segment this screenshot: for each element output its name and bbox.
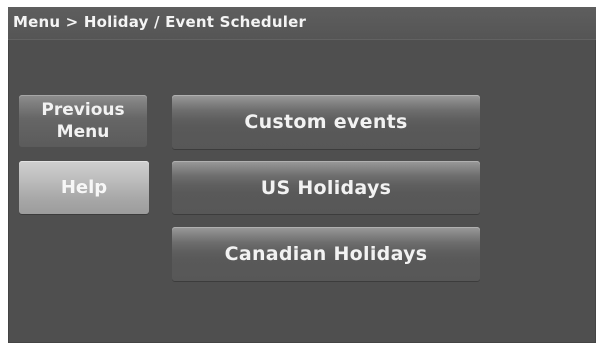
thermostat-screen: Menu > Holiday / Event Scheduler Previou… bbox=[8, 7, 596, 343]
title-bar: Menu > Holiday / Event Scheduler bbox=[8, 7, 596, 40]
canadian-holidays-button[interactable]: Canadian Holidays bbox=[172, 227, 480, 281]
help-button-label: Help bbox=[60, 177, 108, 198]
us-holidays-label: US Holidays bbox=[260, 176, 392, 199]
previous-menu-button[interactable]: Previous Menu bbox=[19, 95, 147, 147]
custom-events-button[interactable]: Custom events bbox=[172, 95, 480, 149]
canadian-holidays-label: Canadian Holidays bbox=[224, 243, 428, 265]
custom-events-label: Custom events bbox=[244, 111, 408, 133]
help-button[interactable]: Help bbox=[19, 161, 149, 214]
us-holidays-button[interactable]: US Holidays bbox=[172, 161, 480, 214]
previous-menu-label-line1: Previous bbox=[41, 100, 125, 120]
previous-menu-label-line2: Menu bbox=[56, 122, 110, 142]
breadcrumb-title: Menu > Holiday / Event Scheduler bbox=[13, 13, 307, 31]
